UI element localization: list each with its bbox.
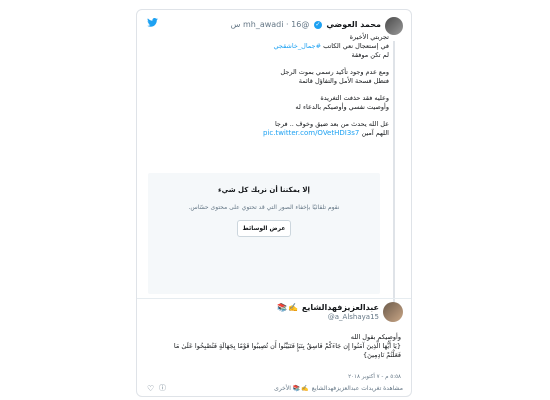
media-link[interactable]: pic.twitter.com/OVetHDI3s7	[263, 129, 359, 137]
tweet-line: وأوصيت نفسي وأوصيكم بالدعاء له	[295, 103, 389, 111]
reply-timestamp[interactable]: ٥:٥٨ م - ٧ أكتوبر ٢٠١٨	[348, 374, 401, 380]
tweet-line: تجربتي الأخيرة	[349, 33, 389, 41]
emoji-icons: ✍️📚	[277, 303, 300, 312]
tweet-line: في إستعجال نعي الكاتب #جمال_خاشقجي	[273, 42, 390, 50]
tweet-line: وعليه فقد حذفت التغريدة	[320, 94, 389, 102]
view-media-button[interactable]: عرض الوسائط	[237, 220, 291, 237]
tweet-line: عل الله يحدث من بعد ضيق وخوف .. فرجا	[274, 120, 389, 128]
heart-icon[interactable]: ♡	[147, 384, 154, 393]
view-more-tweets-link[interactable]: مشاهدة تغريدات عبدالعزيزفهدالشايع ✍️📚 ال…	[274, 385, 403, 392]
tweet-line: فتظل فسحة الأمل والتفاؤل قائمة	[298, 77, 389, 85]
reply-line: فَعَلْتُمْ نَادِمِينَ}	[363, 351, 401, 359]
reply-body: وأوصيكم بقول الله {يَا أَيُّهَا الَّذِين…	[145, 333, 401, 360]
reply-actions: ♡ ⓘ مشاهدة تغريدات عبدالعزيزفهدالشايع ✍️…	[147, 384, 403, 394]
embedded-tweet-card: محمد العوضي ✓ @mh_awadi · 16 س تجربتي ال…	[136, 9, 412, 397]
reply-line: {يَا أَيُّهَا الَّذِينَ آمَنُوا إِن جَاء…	[173, 342, 401, 350]
tweet-line: لم تكن موفقة	[351, 51, 389, 59]
media-notice-title: إلا يمكننا أن نريك كل شيء	[218, 186, 310, 194]
reply-author-avatar[interactable]	[383, 302, 403, 322]
media-notice-subtitle: نقوم تلقائيًا بإخفاء الصور التي قد تحتوي…	[188, 204, 340, 211]
author-name[interactable]: محمد العوضي	[326, 20, 381, 29]
verified-badge-icon: ✓	[313, 20, 322, 29]
tweet-body: تجربتي الأخيرة في إستعجال نعي الكاتب #جم…	[169, 33, 389, 138]
reply-header: عبدالعزيزفهدالشايع ✍️📚 @a_Alshaya15	[163, 302, 403, 328]
tweet-line: ومع عدم وجود تأكيد رسمي بموت الرجل	[280, 68, 389, 76]
thread-connector-line	[393, 41, 395, 303]
reply-author-handle[interactable]: @a_Alshaya15	[328, 313, 379, 322]
reply-author-name[interactable]: عبدالعزيزفهدالشايع ✍️📚	[277, 302, 379, 313]
tweet-line: اللهم آمين pic.twitter.com/OVetHDI3s7	[262, 129, 389, 137]
author-line[interactable]: محمد العوضي ✓ @mh_awadi · 16 س	[231, 19, 381, 30]
twitter-bird-icon[interactable]	[147, 18, 158, 27]
info-icon[interactable]: ⓘ	[159, 384, 166, 393]
reply-line: وأوصيكم بقول الله	[350, 333, 401, 341]
hashtag-link[interactable]: #جمال_خاشقجي	[274, 42, 322, 50]
divider	[137, 298, 411, 299]
sensitive-media-notice: إلا يمكننا أن نريك كل شيء نقوم تلقائيًا …	[148, 173, 380, 294]
